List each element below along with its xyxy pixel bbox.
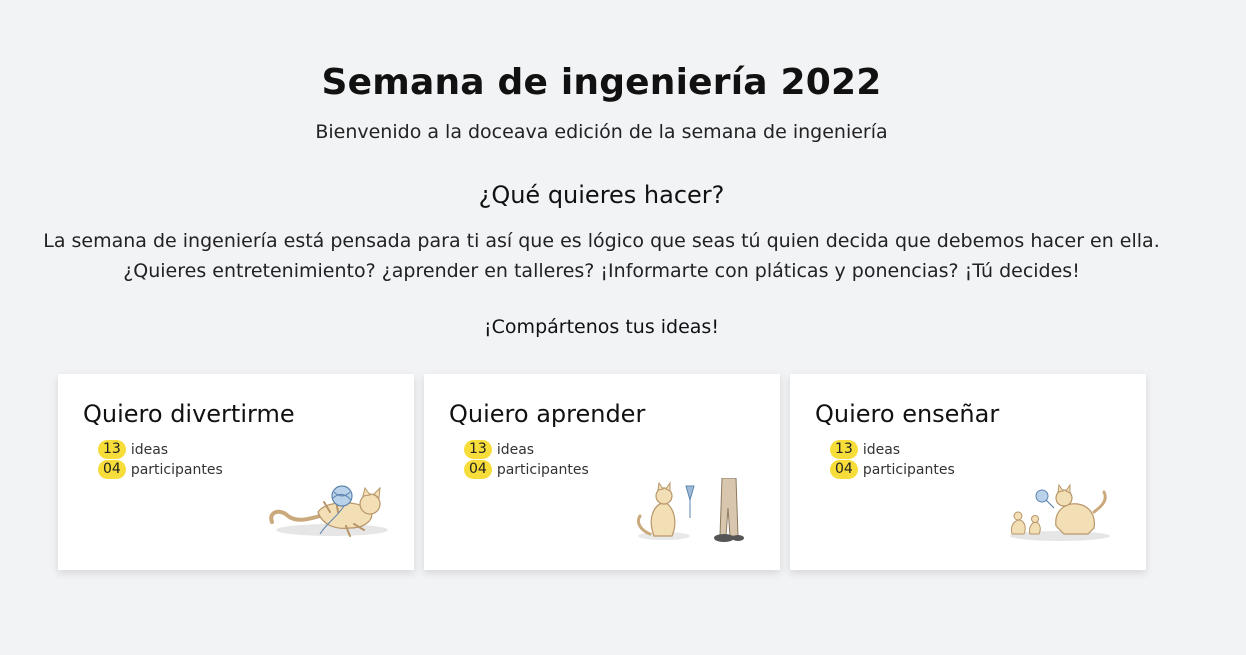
participants-stat: 04 participantes xyxy=(830,460,955,479)
participants-count-badge: 04 xyxy=(464,460,492,479)
cat-learning-illustration xyxy=(636,478,744,542)
participants-label: participantes xyxy=(862,461,955,478)
ideas-stat: 13 ideas xyxy=(464,440,534,459)
participants-count-badge: 04 xyxy=(830,460,858,479)
share-ideas-text: ¡Compártenos tus ideas! xyxy=(484,316,719,338)
card-aprender[interactable]: Quiero aprender 13 ideas 04 participante… xyxy=(424,374,780,570)
ideas-label: ideas xyxy=(130,441,169,458)
ideas-count-badge: 13 xyxy=(98,440,126,459)
ideas-stat: 13 ideas xyxy=(830,440,900,459)
intro-line-1: La semana de ingeniería está pensada par… xyxy=(43,230,1160,252)
card-title: Quiero enseñar xyxy=(815,400,1000,428)
card-divertirme[interactable]: Quiero divertirme 13 ideas 04 participan… xyxy=(58,374,414,570)
question-heading: ¿Qué quieres hacer? xyxy=(478,181,725,209)
card-title: Quiero divertirme xyxy=(83,400,295,428)
ideas-label: ideas xyxy=(862,441,901,458)
intro-text: La semana de ingeniería está pensada par… xyxy=(0,226,1203,286)
cat-teaching-kittens-illustration xyxy=(1010,483,1110,541)
card-ensenar[interactable]: Quiero enseñar 13 ideas 04 participantes xyxy=(790,374,1146,570)
intro-line-2: ¿Quieres entretenimiento? ¿aprender en t… xyxy=(123,260,1080,282)
card-title: Quiero aprender xyxy=(449,400,646,428)
ideas-label: ideas xyxy=(496,441,535,458)
ideas-count-badge: 13 xyxy=(830,440,858,459)
participants-stat: 04 participantes xyxy=(98,460,223,479)
participants-label: participantes xyxy=(496,461,589,478)
ideas-count-badge: 13 xyxy=(464,440,492,459)
page-subtitle: Bienvenido a la doceava edición de la se… xyxy=(315,121,888,143)
participants-count-badge: 04 xyxy=(98,460,126,479)
cat-playing-yarn-illustration xyxy=(269,485,388,537)
participants-label: participantes xyxy=(130,461,223,478)
ideas-stat: 13 ideas xyxy=(98,440,168,459)
participants-stat: 04 participantes xyxy=(464,460,589,479)
page-title: Semana de ingeniería 2022 xyxy=(321,62,882,103)
